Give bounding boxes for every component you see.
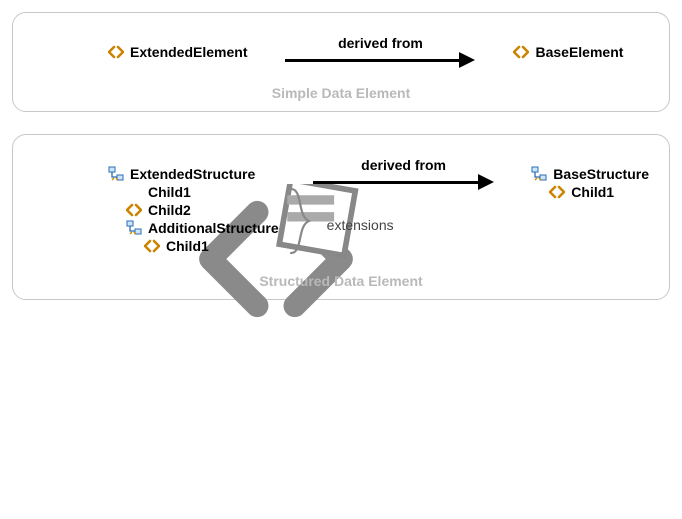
element-icon <box>513 44 529 60</box>
element-icon <box>126 202 142 218</box>
element-ghost-icon <box>126 184 142 200</box>
node-label: BaseElement <box>535 44 623 60</box>
node-label: AdditionalStructure <box>148 220 279 236</box>
arrow-label: derived from <box>285 35 475 51</box>
derivation-arrow: derived from <box>285 41 475 71</box>
node-extended-element: ExtendedElement <box>108 43 247 61</box>
node-label: Child2 <box>148 202 191 218</box>
extended-structure-tree: ExtendedStructure Child1 Child2 Addition… <box>108 165 279 255</box>
extensions-brace <box>289 165 313 255</box>
element-icon <box>549 184 565 200</box>
element-icon <box>108 44 124 60</box>
node-label: ExtendedStructure <box>130 166 255 182</box>
node-additional-structure: AdditionalStructure <box>108 219 279 237</box>
structure-icon <box>108 166 124 182</box>
panel-caption: Simple Data Element <box>13 85 669 101</box>
structure-icon <box>126 220 142 236</box>
node-label: ExtendedElement <box>130 44 247 60</box>
element-icon <box>144 238 160 254</box>
node-additional-child1: Child1 <box>108 237 279 255</box>
extensions-label: extensions <box>323 217 394 233</box>
derivation-arrow: derived from <box>313 163 494 193</box>
node-label: Child1 <box>166 238 209 254</box>
simple-data-element-panel: ExtendedElement derived from BaseElement… <box>12 12 670 112</box>
node-base-structure: BaseStructure <box>531 165 649 183</box>
node-label: Child1 <box>571 184 614 200</box>
node-child2: Child2 <box>108 201 279 219</box>
node-label: BaseStructure <box>553 166 649 182</box>
node-extended-structure: ExtendedStructure <box>108 165 279 183</box>
structure-icon <box>531 166 547 182</box>
node-base-child1: Child1 <box>531 183 649 201</box>
arrow-label: derived from <box>313 157 494 173</box>
node-label: Child1 <box>148 184 191 200</box>
structured-data-element-panel: ExtendedStructure Child1 Child2 Addition… <box>12 134 670 300</box>
panel-caption: Structured Data Element <box>13 273 669 289</box>
base-structure-tree: BaseStructure Child1 <box>531 165 649 201</box>
node-child1-inherited: Child1 <box>108 183 279 201</box>
node-base-element: BaseElement <box>513 43 623 61</box>
